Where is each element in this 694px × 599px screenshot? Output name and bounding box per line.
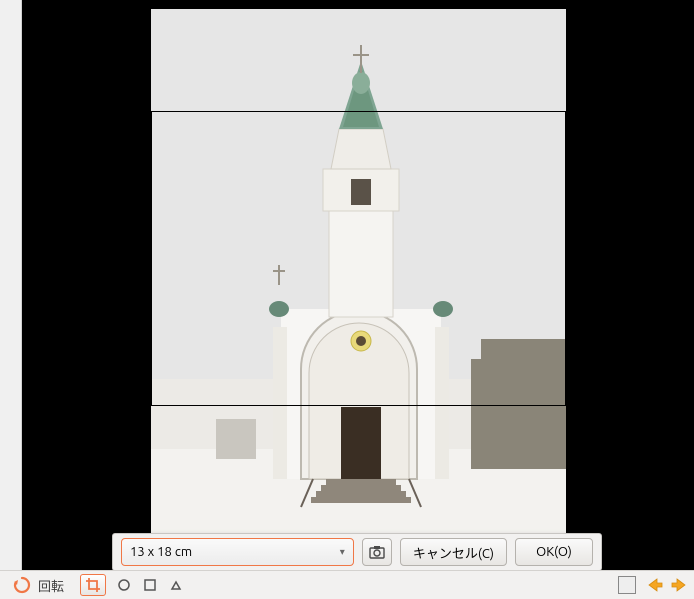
crop-orientation-button[interactable]	[362, 538, 392, 566]
ok-label: OK(O)	[536, 545, 572, 559]
arrow-right-icon	[670, 577, 688, 593]
image-canvas[interactable]	[151, 9, 566, 561]
ok-button[interactable]: OK(O)	[515, 538, 593, 566]
left-sidebar	[0, 0, 22, 570]
crop-icon	[85, 577, 101, 593]
cancel-label: キャンセル(C)	[413, 543, 494, 562]
tool-group	[80, 574, 184, 596]
crop-tool-button[interactable]	[80, 574, 106, 596]
person-icon[interactable]	[618, 576, 636, 594]
crop-toolbar: 13 x 18 cm ▾ キャンセル(C) OK(O)	[112, 533, 602, 571]
prev-image-button[interactable]	[644, 575, 666, 595]
cancel-button[interactable]: キャンセル(C)	[400, 538, 507, 566]
crop-size-value: 13 x 18 cm	[130, 545, 192, 559]
crop-size-select[interactable]: 13 x 18 cm ▾	[121, 538, 354, 566]
rotate-label: 回転	[38, 576, 64, 595]
tool-icon-4[interactable]	[168, 577, 184, 593]
tool-icon-3[interactable]	[142, 577, 158, 593]
bottom-toolbar: 回転	[0, 570, 694, 599]
next-image-button[interactable]	[668, 575, 690, 595]
chevron-down-icon: ▾	[340, 546, 345, 558]
camera-orient-icon	[368, 544, 386, 560]
image-content	[151, 9, 566, 561]
tool-icon-2[interactable]	[116, 577, 132, 593]
rotate-icon[interactable]	[12, 575, 32, 595]
image-work-area	[22, 0, 694, 570]
arrow-left-icon	[646, 577, 664, 593]
